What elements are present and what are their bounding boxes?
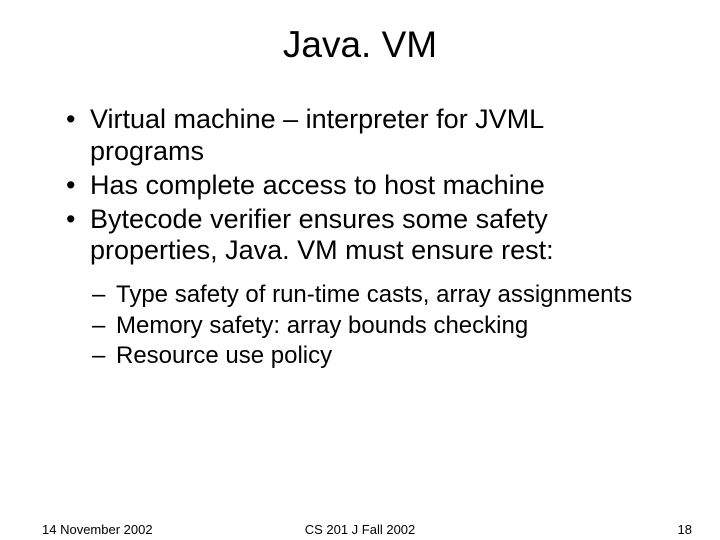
bullet-item: Bytecode verifier ensures some safety pr… [60,204,660,268]
slide: Java. VM Virtual machine – interpreter f… [0,0,720,540]
footer-course: CS 201 J Fall 2002 [0,522,720,537]
slide-title: Java. VM [0,0,720,82]
sub-bullet-item: Memory safety: array bounds checking [90,312,660,340]
sub-bullet-item: Type safety of run-time casts, array ass… [90,281,660,309]
bullet-item: Virtual machine – interpreter for JVML p… [60,104,660,168]
sub-bullet-list: Type safety of run-time casts, array ass… [60,281,660,370]
slide-body: Virtual machine – interpreter for JVML p… [0,82,720,370]
bullet-list: Virtual machine – interpreter for JVML p… [60,104,660,267]
footer-page: 18 [678,522,692,537]
sub-bullet-item: Resource use policy [90,342,660,370]
bullet-item: Has complete access to host machine [60,170,660,202]
